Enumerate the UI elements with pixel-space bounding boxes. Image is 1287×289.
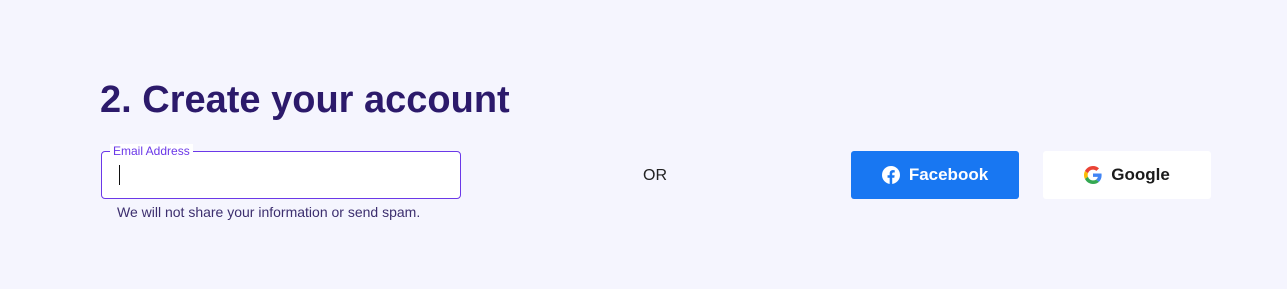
email-helper-text: We will not share your information or se… xyxy=(117,204,421,220)
google-login-button[interactable]: Google xyxy=(1043,151,1211,199)
email-input[interactable] xyxy=(116,152,446,198)
text-caret xyxy=(119,165,120,185)
page-title: 2. Create your account xyxy=(100,79,510,121)
facebook-login-button[interactable]: Facebook xyxy=(851,151,1019,199)
google-icon xyxy=(1084,166,1102,184)
email-field[interactable]: Email Address xyxy=(101,144,461,199)
google-button-label: Google xyxy=(1111,165,1170,184)
facebook-icon xyxy=(881,166,900,184)
facebook-button-label: Facebook xyxy=(908,165,989,184)
or-divider: OR xyxy=(643,167,667,184)
